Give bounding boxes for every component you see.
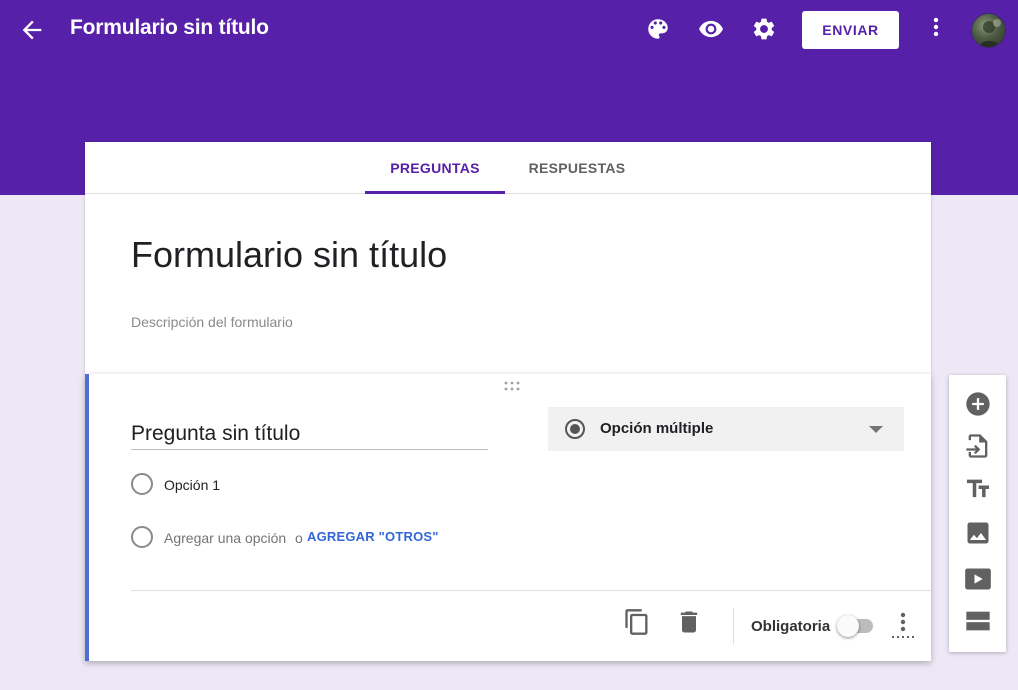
form-header-card: PREGUNTAS RESPUESTAS Formulario sin títu… — [85, 142, 931, 374]
option-radio[interactable] — [131, 473, 153, 495]
send-button[interactable]: ENVIAR — [802, 11, 899, 49]
duplicate-icon[interactable] — [623, 608, 651, 636]
question-type-label: Opción múltiple — [600, 420, 714, 437]
required-toggle[interactable] — [837, 614, 877, 638]
radio-checked-icon — [564, 418, 586, 440]
avatar[interactable] — [971, 13, 1006, 48]
add-question-icon[interactable] — [964, 390, 992, 418]
required-label: Obligatoria — [751, 618, 831, 635]
question-toolbar — [949, 375, 1006, 652]
more-vert-icon[interactable] — [924, 14, 948, 42]
add-title-icon[interactable] — [964, 475, 992, 503]
caret-down-icon — [868, 426, 884, 434]
tab-questions[interactable]: PREGUNTAS — [365, 142, 505, 194]
add-section-icon[interactable] — [964, 607, 992, 635]
back-arrow-icon[interactable] — [18, 16, 46, 44]
question-type-select[interactable]: Opción múltiple — [548, 407, 904, 451]
or-text: o — [295, 530, 303, 546]
top-app-bar: Formulario sin título ENVIAR — [0, 0, 1018, 60]
toggle-knob — [837, 615, 859, 637]
gear-icon[interactable] — [751, 16, 777, 42]
app-title: Formulario sin título — [70, 16, 269, 39]
question-card[interactable]: Pregunta sin título Opción múltiple Opci… — [85, 374, 931, 661]
drag-handle-icon[interactable] — [503, 380, 521, 392]
add-video-icon[interactable] — [964, 565, 992, 593]
form-description[interactable]: Descripción del formulario — [131, 314, 293, 330]
add-other-link[interactable]: AGREGAR "OTROS" — [307, 529, 439, 544]
add-option-radio — [131, 526, 153, 548]
tab-responses[interactable]: RESPUESTAS — [507, 142, 647, 194]
palette-icon[interactable] — [645, 16, 671, 42]
add-option-input[interactable]: Agregar una opción — [164, 530, 286, 546]
trash-icon[interactable] — [675, 608, 703, 636]
add-image-icon[interactable] — [964, 519, 992, 547]
import-questions-icon[interactable] — [964, 432, 992, 460]
tabs-bar: PREGUNTAS RESPUESTAS — [85, 142, 931, 194]
form-title[interactable]: Formulario sin título — [131, 234, 447, 276]
footer-separator — [733, 608, 734, 644]
more-vert-icon[interactable] — [891, 610, 915, 642]
divider — [131, 590, 931, 591]
question-title-input[interactable]: Pregunta sin título — [131, 422, 488, 450]
option-label[interactable]: Opción 1 — [164, 477, 220, 493]
eye-icon[interactable] — [698, 16, 724, 42]
